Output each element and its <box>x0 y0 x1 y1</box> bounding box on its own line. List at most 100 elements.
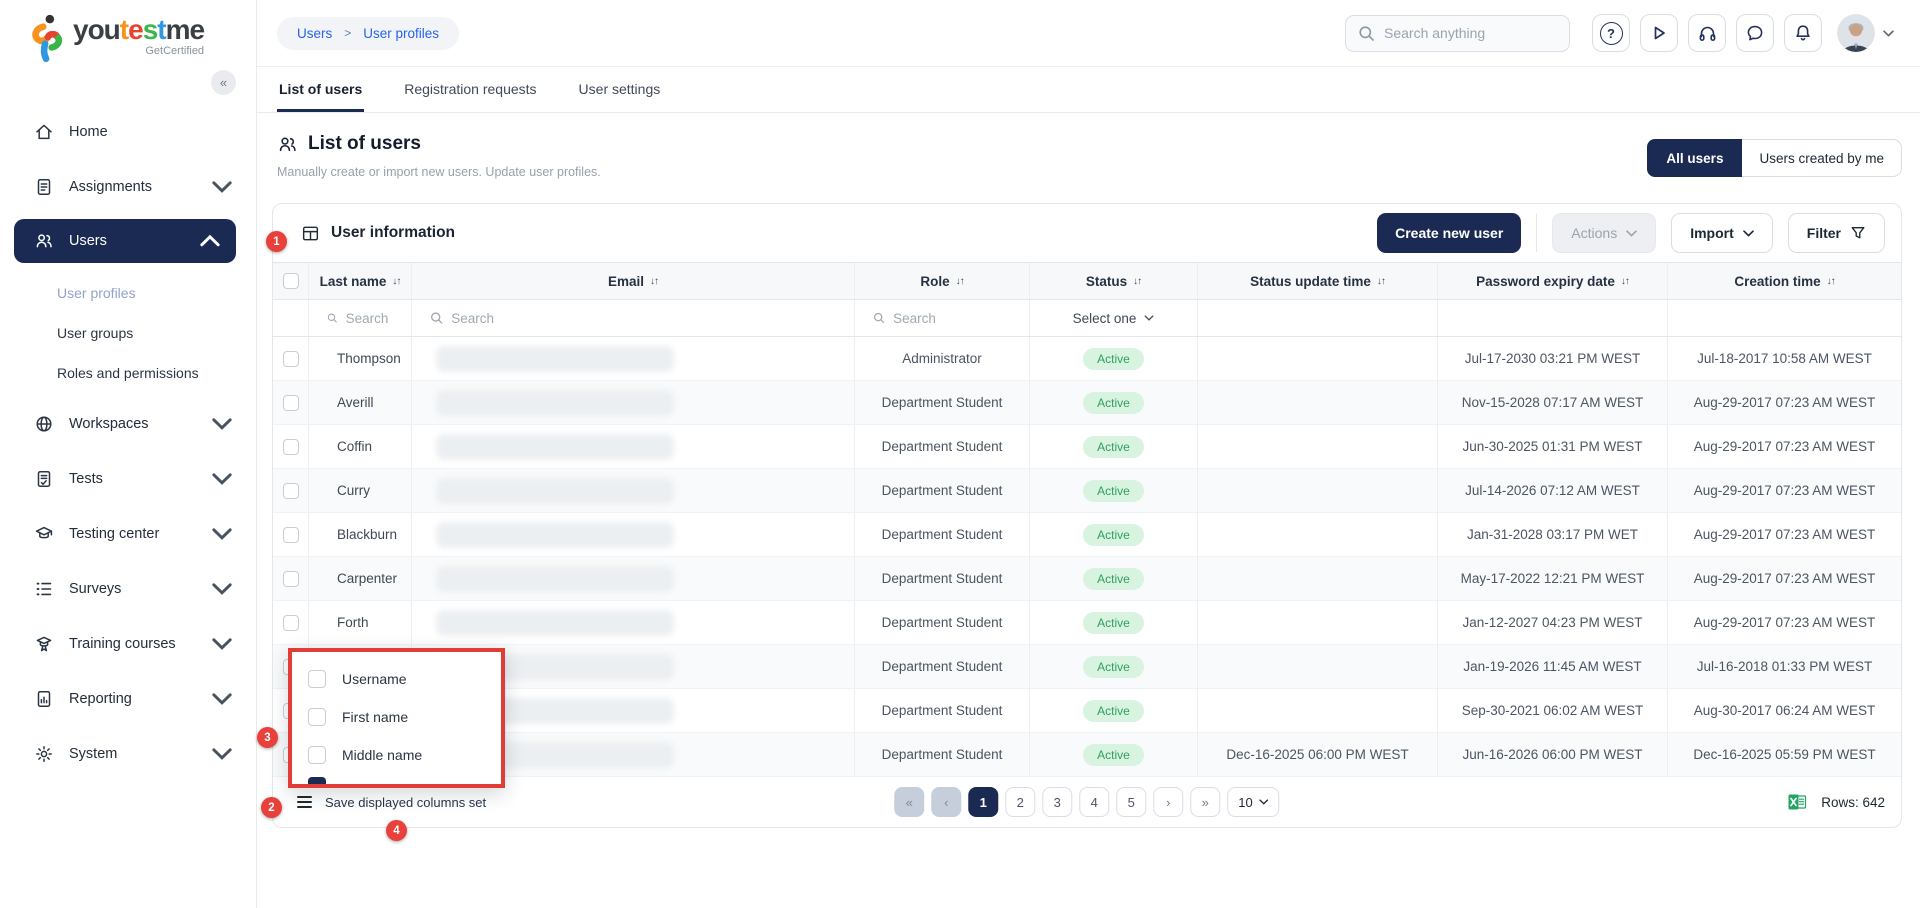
notifications-button[interactable] <box>1784 14 1822 52</box>
col-status-update-time[interactable]: Status update time↓↑ <box>1198 263 1438 299</box>
select-all-checkbox[interactable] <box>283 273 299 289</box>
table-row[interactable]: Averill Department Student Active Nov-15… <box>273 381 1901 425</box>
columns-menu-icon[interactable] <box>297 796 312 808</box>
middle-name-checkbox[interactable] <box>308 746 326 764</box>
sidebar-item-user-profiles[interactable]: User profiles <box>0 273 256 313</box>
username-checkbox[interactable] <box>308 670 326 688</box>
pagination-next-button[interactable]: › <box>1153 787 1183 817</box>
sort-icon[interactable]: ↓↑ <box>392 276 400 287</box>
breadcrumb-users[interactable]: Users <box>297 26 332 41</box>
chat-button[interactable] <box>1736 14 1774 52</box>
sort-icon[interactable]: ↓↑ <box>1827 276 1835 287</box>
row-checkbox[interactable] <box>283 527 299 543</box>
popup-item-first-name[interactable]: First name <box>292 698 501 736</box>
help-button[interactable]: ? <box>1592 14 1630 52</box>
row-checkbox[interactable] <box>283 439 299 455</box>
pagination-last-button[interactable]: » <box>1190 787 1220 817</box>
filter-email-input[interactable] <box>451 311 846 326</box>
pagination-page-2[interactable]: 2 <box>1005 787 1035 817</box>
row-checkbox[interactable] <box>283 395 299 411</box>
row-checkbox[interactable] <box>283 571 299 587</box>
create-new-user-button[interactable]: Create new user <box>1377 213 1521 253</box>
sidebar-item-user-groups[interactable]: User groups <box>0 313 256 353</box>
table-row[interactable]: Department Student Active Dec-16-2025 06… <box>273 733 1901 777</box>
tab-list-of-users[interactable]: List of users <box>277 67 364 112</box>
sidebar-item-assignments[interactable]: Assignments <box>0 164 256 209</box>
filter-email[interactable] <box>412 300 855 336</box>
tab-user-settings[interactable]: User settings <box>577 67 663 112</box>
filter-role-input[interactable] <box>893 311 1021 326</box>
sidebar-collapse-button[interactable]: « <box>211 70 236 95</box>
tutorials-button[interactable] <box>1640 14 1678 52</box>
sidebar-item-surveys[interactable]: Surveys <box>0 566 256 611</box>
row-checkbox[interactable] <box>283 483 299 499</box>
sidebar-item-reporting[interactable]: Reporting <box>0 676 256 721</box>
page-size-select[interactable]: 10 <box>1227 787 1279 817</box>
filter-button[interactable]: Filter <box>1788 213 1885 253</box>
clipped-checked-checkbox[interactable] <box>308 777 326 788</box>
actions-button[interactable]: Actions <box>1552 213 1656 253</box>
col-role[interactable]: Role↓↑ <box>855 263 1030 299</box>
table-row[interactable]: Thompson Administrator Active Jul-17-203… <box>273 337 1901 381</box>
col-password-expiry-date[interactable]: Password expiry date↓↑ <box>1438 263 1668 299</box>
filter-role[interactable] <box>855 300 1030 336</box>
pagination-prev-button[interactable]: ‹ <box>931 787 961 817</box>
filter-last-name-input[interactable] <box>346 311 403 326</box>
sidebar-item-training-courses[interactable]: Training courses <box>0 621 256 666</box>
breadcrumb-user-profiles[interactable]: User profiles <box>363 26 439 41</box>
global-search[interactable] <box>1345 15 1570 52</box>
annotation-badge-3: 3 <box>257 727 278 748</box>
pagination-page-4[interactable]: 4 <box>1079 787 1109 817</box>
sort-icon[interactable]: ↓↑ <box>956 276 964 287</box>
topbar: Users > User profiles ? <box>257 0 1920 67</box>
row-checkbox[interactable] <box>283 351 299 367</box>
sidebar-item-testing-center[interactable]: Testing center <box>0 511 256 556</box>
sidebar-item-system[interactable]: System <box>0 731 256 776</box>
sort-icon[interactable]: ↓↑ <box>1377 276 1385 287</box>
sort-icon[interactable]: ↓↑ <box>1621 276 1629 287</box>
table-row[interactable]: Blackburn Department Student Active Jan-… <box>273 513 1901 557</box>
sidebar-item-tests[interactable]: Tests <box>0 456 256 501</box>
support-button[interactable] <box>1688 14 1726 52</box>
table-row[interactable]: Coffin Department Student Active Jun-30-… <box>273 425 1901 469</box>
sidebar-item-workspaces[interactable]: Workspaces <box>0 401 256 446</box>
sidebar-item-roles-permissions[interactable]: Roles and permissions <box>0 353 256 393</box>
col-creation-time[interactable]: Creation time↓↑ <box>1668 263 1901 299</box>
global-search-input[interactable] <box>1384 25 1557 41</box>
col-email[interactable]: Email↓↑ <box>412 263 855 299</box>
save-displayed-columns[interactable]: Save displayed columns set <box>297 795 486 810</box>
sidebar-item-home[interactable]: Home <box>0 109 256 154</box>
table-row[interactable]: Forth Department Student Active Jan-12-2… <box>273 601 1901 645</box>
import-button[interactable]: Import <box>1671 213 1773 253</box>
toggle-users-created-by-me[interactable]: Users created by me <box>1742 140 1901 176</box>
pagination-first-button[interactable]: « <box>894 787 924 817</box>
col-last-name[interactable]: Last name↓↑ <box>309 263 412 299</box>
testing-center-icon <box>34 524 54 544</box>
row-checkbox[interactable] <box>283 615 299 631</box>
pagination-page-3[interactable]: 3 <box>1042 787 1072 817</box>
first-name-checkbox[interactable] <box>308 708 326 726</box>
user-menu[interactable] <box>1837 14 1894 52</box>
popup-item-middle-name[interactable]: Middle name <box>292 736 501 774</box>
col-status[interactable]: Status↓↑ <box>1030 263 1198 299</box>
table-row[interactable]: Department Student Active Sep-30-2021 06… <box>273 689 1901 733</box>
table-row[interactable]: Department Student Active Jan-19-2026 11… <box>273 645 1901 689</box>
cell-status: Active <box>1030 337 1198 380</box>
avatar[interactable] <box>1837 14 1875 52</box>
sort-icon[interactable]: ↓↑ <box>1133 276 1141 287</box>
toggle-all-users[interactable]: All users <box>1647 139 1742 177</box>
pagination-page-5[interactable]: 5 <box>1116 787 1146 817</box>
sidebar-item-users[interactable]: Users <box>14 219 236 263</box>
status-badge: Active <box>1083 656 1144 678</box>
popup-item-username[interactable]: Username <box>292 660 501 698</box>
filter-status-select[interactable]: Select one <box>1030 300 1198 336</box>
table-row[interactable]: Carpenter Department Student Active May-… <box>273 557 1901 601</box>
redacted-email-blur <box>436 478 674 504</box>
pagination-page-1[interactable]: 1 <box>968 787 998 817</box>
sort-icon[interactable]: ↓↑ <box>650 276 658 287</box>
filter-last-name[interactable] <box>309 300 412 336</box>
tab-registration-requests[interactable]: Registration requests <box>402 67 538 112</box>
cell-creation-time: Dec-16-2025 05:59 PM WEST <box>1668 733 1901 776</box>
excel-export-icon[interactable] <box>1787 792 1807 812</box>
table-row[interactable]: Curry Department Student Active Jul-14-2… <box>273 469 1901 513</box>
